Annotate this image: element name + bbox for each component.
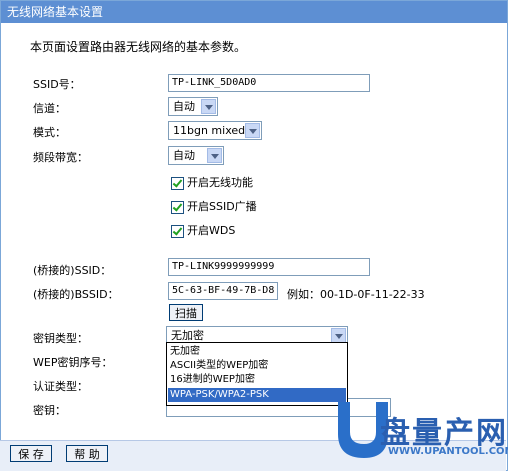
enable-wireless-label: 开启无线功能: [187, 176, 253, 189]
enable-wds-label: 开启WDS: [187, 224, 236, 237]
page-description: 本页面设置路由器无线网络的基本参数。: [30, 40, 247, 54]
bridge-ssid-input[interactable]: TP-LINK9999999999: [168, 258, 370, 276]
ssid-broadcast-label: 开启SSID广播: [187, 200, 257, 213]
key-type-dropdown-list: 无加密 ASCII类型的WEP加密 16进制的WEP加密 WPA-PSK/WPA…: [166, 342, 348, 406]
checkbox-checked-icon: [171, 200, 184, 214]
ssid-broadcast-checkbox[interactable]: 开启SSID广播: [171, 198, 257, 214]
channel-label: 信道：: [33, 102, 66, 115]
dropdown-option-hex-wep[interactable]: 16进制的WEP加密: [168, 373, 346, 387]
scan-button[interactable]: 扫描: [169, 304, 203, 321]
mode-select[interactable]: 11bgn mixed: [168, 121, 262, 140]
ssid-label: SSID号：: [33, 78, 81, 91]
chevron-down-icon: [245, 123, 260, 138]
mode-select-value: 11bgn mixed: [173, 124, 246, 137]
watermark-url: WWW.UPANTOOL.COM: [388, 446, 508, 457]
bandwidth-select[interactable]: 自动: [168, 146, 224, 165]
mode-label: 模式：: [33, 126, 66, 139]
wep-index-label: WEP密钥序号：: [33, 356, 113, 369]
bridge-ssid-label: (桥接的)SSID：: [33, 264, 112, 277]
ssid-input[interactable]: TP-LINK_5D0AD0: [168, 74, 370, 92]
key-label: 密钥：: [33, 404, 66, 417]
chevron-down-icon: [201, 99, 216, 114]
enable-wds-checkbox[interactable]: 开启WDS: [171, 222, 235, 238]
bandwidth-label: 频段带宽：: [33, 151, 88, 164]
panel-title: 无线网络基本设置: [1, 1, 507, 23]
key-type-label: 密钥类型：: [33, 332, 88, 345]
bandwidth-select-value: 自动: [173, 149, 195, 162]
dropdown-option-no-encryption[interactable]: 无加密: [168, 345, 346, 359]
help-button[interactable]: 帮 助: [66, 445, 108, 462]
auth-type-label: 认证类型：: [33, 380, 88, 393]
enable-wireless-checkbox[interactable]: 开启无线功能: [171, 174, 253, 190]
channel-select[interactable]: 自动: [168, 97, 218, 116]
save-button[interactable]: 保 存: [10, 445, 52, 462]
dropdown-option-wpa-psk[interactable]: WPA-PSK/WPA2-PSK: [168, 388, 346, 402]
bridge-bssid-label: (桥接的)BSSID：: [33, 288, 119, 301]
dropdown-option-ascii-wep[interactable]: ASCII类型的WEP加密: [168, 359, 346, 373]
bssid-example-text: 例如：00-1D-0F-11-22-33: [287, 288, 425, 301]
checkbox-checked-icon: [171, 224, 184, 238]
chevron-down-icon: [207, 148, 222, 163]
checkbox-checked-icon: [171, 176, 184, 190]
chevron-down-icon: [331, 328, 346, 343]
channel-select-value: 自动: [173, 100, 195, 113]
bridge-bssid-input[interactable]: 5C-63-BF-49-7B-D8: [168, 282, 278, 300]
